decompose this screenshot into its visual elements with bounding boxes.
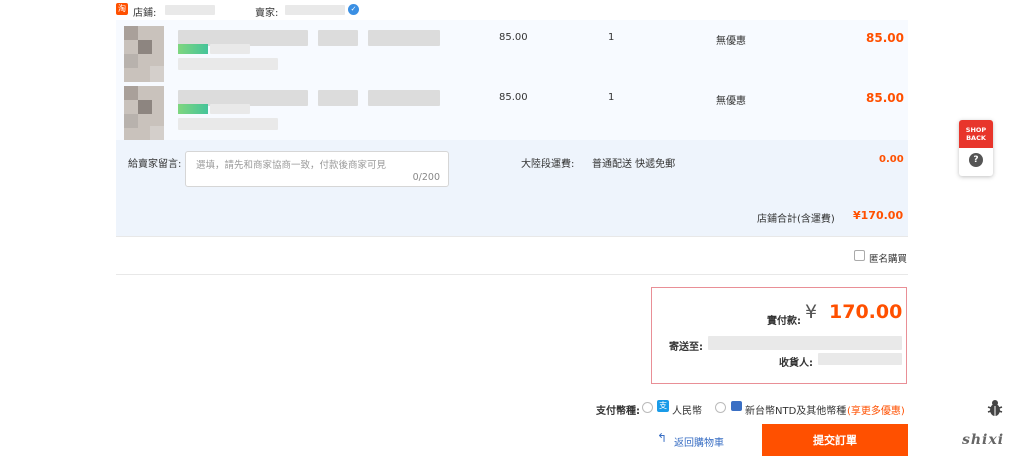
- alipay-icon: 支: [657, 400, 669, 412]
- product-tag-icon: [178, 104, 208, 114]
- product-thumbnail[interactable]: [124, 86, 164, 142]
- product-title-redacted[interactable]: [318, 90, 358, 106]
- help-icon[interactable]: ?: [969, 153, 983, 167]
- promo-link[interactable]: (享更多優惠): [847, 402, 905, 417]
- card-icon: [731, 401, 742, 411]
- shopback-brand-top: SHOP: [965, 126, 987, 134]
- product-title-redacted[interactable]: [318, 30, 358, 46]
- shopback-widget[interactable]: SHOP BACK ?: [959, 120, 993, 176]
- quantity: 1: [608, 32, 615, 43]
- seller-message-input[interactable]: 選填，請先和商家協商一致，付款後商家可見 0/200: [185, 151, 449, 187]
- discount-status: 無優惠: [716, 96, 746, 107]
- unit-price: 85.00: [499, 32, 528, 43]
- item-subtotal: 85.00: [866, 91, 904, 105]
- paid-label: 實付款:: [767, 316, 801, 327]
- paid-amount: 170.00: [829, 301, 903, 323]
- receiver-label: 收貨人:: [779, 358, 813, 369]
- product-tag-icon: [178, 44, 208, 54]
- product-title-redacted[interactable]: [368, 90, 440, 106]
- shipping-label: 大陸段運費:: [521, 159, 575, 170]
- shopback-logo-icon: SHOP BACK: [959, 120, 993, 148]
- discount-status: 無優惠: [716, 36, 746, 47]
- currency-symbol: ¥: [805, 301, 818, 323]
- divider: [116, 274, 908, 275]
- message-label: 給賣家留言:: [128, 159, 182, 170]
- anonymous-label: 匿名購買: [869, 254, 908, 265]
- currency-option-cny[interactable]: 人民幣: [672, 402, 702, 417]
- shopback-brand-bottom: BACK: [966, 134, 986, 142]
- shipping-cost: 0.00: [879, 154, 904, 165]
- product-sku-redacted: [178, 118, 278, 130]
- product-sku-redacted: [210, 44, 250, 54]
- ship-to-address-redacted: [708, 336, 902, 350]
- message-placeholder: 選填，請先和商家協商一致，付款後商家可見: [196, 160, 387, 171]
- verified-badge-icon: ✓: [348, 4, 359, 15]
- payment-currency-label: 支付幣種:: [596, 406, 640, 417]
- submit-order-button[interactable]: 提交訂單: [762, 424, 908, 456]
- back-arrow-icon[interactable]: ↰: [657, 431, 667, 445]
- product-sku-redacted: [178, 58, 278, 70]
- unit-price: 85.00: [499, 92, 528, 103]
- taobao-logo-icon: 淘: [116, 3, 128, 15]
- seller-label: 賣家:: [255, 8, 279, 19]
- divider: [116, 236, 908, 237]
- back-to-cart-link[interactable]: 返回購物車: [674, 434, 724, 449]
- item-subtotal: 85.00: [866, 31, 904, 45]
- shop-label: 店鋪:: [133, 8, 157, 19]
- anonymous-checkbox[interactable]: [854, 250, 865, 261]
- currency-radio-ntd[interactable]: [715, 402, 726, 413]
- shop-total-value: ¥170.00: [853, 209, 904, 222]
- ship-to-label: 寄送至:: [669, 342, 703, 353]
- currency-radio-cny[interactable]: [642, 402, 653, 413]
- shop-total-label: 店鋪合計(含運費): [757, 214, 835, 225]
- product-title-redacted[interactable]: [368, 30, 440, 46]
- receiver-name-redacted: [818, 353, 902, 365]
- product-sku-redacted: [210, 104, 250, 114]
- watermark-text: shixi: [962, 432, 1005, 448]
- shipping-method: 普通配送 快遞免郵: [592, 159, 676, 170]
- currency-option-ntd[interactable]: 新台幣NTD及其他幣種: [745, 402, 846, 417]
- product-thumbnail[interactable]: [124, 26, 164, 82]
- message-counter: 0/200: [412, 172, 440, 183]
- seller-name-redacted[interactable]: [285, 5, 345, 15]
- shop-name-redacted: [165, 5, 215, 15]
- bug-icon: [987, 400, 1003, 416]
- quantity: 1: [608, 92, 615, 103]
